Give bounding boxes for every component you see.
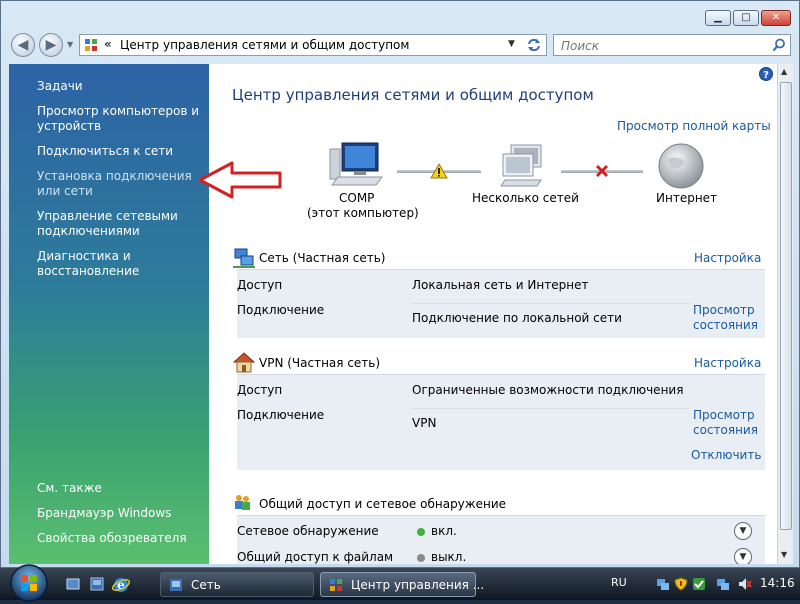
network-center-window-icon: [330, 579, 342, 591]
expand-file-sharing-chevron-icon[interactable]: ▼: [734, 548, 752, 564]
vpn-connection-label: Подключение: [237, 408, 325, 422]
link-internet-options[interactable]: Свойства обозревателя: [37, 531, 205, 546]
breadcrumb-chevron[interactable]: «: [104, 37, 112, 51]
network-customize-link[interactable]: Настройка: [694, 251, 761, 265]
access-value: Локальная сеть и Интернет: [412, 278, 589, 292]
file-sharing-status-dot: [417, 554, 425, 562]
sharing-section-title: Общий доступ и сетевое обнаружение: [259, 497, 507, 511]
view-status-link-line2[interactable]: состояния: [693, 318, 758, 332]
taskbar-button-network-label: Сеть: [191, 578, 221, 592]
computer-icon[interactable]: [324, 139, 384, 187]
clock[interactable]: 14:16: [760, 576, 795, 590]
scroll-down-arrow-icon[interactable]: ▼: [781, 550, 787, 559]
file-sharing-label: Общий доступ к файлам: [237, 550, 394, 564]
network-details-panel: Доступ Локальная сеть и Интернет Подключ…: [237, 269, 765, 338]
vpn-view-status-link-line2[interactable]: состояния: [693, 423, 758, 437]
forward-button[interactable]: ▶: [39, 33, 63, 57]
recent-pages-chevron-icon[interactable]: ▼: [67, 40, 73, 49]
vpn-row-divider: [412, 408, 690, 409]
address-dropdown-icon[interactable]: ▼: [508, 39, 515, 49]
vpn-details-panel: Доступ Ограниченные возможности подключе…: [237, 374, 765, 470]
address-bar[interactable]: « Центр управления сетями и общим доступ…: [79, 34, 547, 56]
map-internet-label: Интернет: [656, 191, 718, 205]
control-panel-icon: [85, 39, 97, 51]
update-tray-icon[interactable]: [692, 577, 706, 591]
vertical-scrollbar[interactable]: ▲ ▼: [777, 64, 793, 564]
vpn-connection-value: VPN: [412, 416, 437, 430]
vpn-customize-link[interactable]: Настройка: [694, 356, 761, 370]
page-title: Центр управления сетями и общим доступом: [232, 86, 594, 104]
internet-globe-icon[interactable]: [657, 142, 705, 190]
network-status-tray-icon[interactable]: [716, 577, 730, 591]
sharing-panel: Сетевое обнаружение вкл. ▼ Общий доступ …: [237, 515, 765, 564]
address-path[interactable]: Центр управления сетями и общим доступом: [120, 38, 409, 52]
refresh-icon[interactable]: [526, 37, 542, 53]
security-shield-icon[interactable]: [674, 577, 688, 591]
internet-explorer-icon[interactable]: e: [112, 576, 130, 594]
vpn-access-value: Ограниченные возможности подключения: [412, 383, 684, 397]
view-status-link[interactable]: Просмотр: [693, 303, 755, 317]
navigation-bar: ◀ ▶ ▼ « Центр управления сетями и общим …: [1, 31, 800, 61]
volume-muted-icon[interactable]: [738, 577, 752, 591]
taskbar: e Сеть Центр управления ... RU 14:16: [0, 564, 800, 602]
network-discovery-value: вкл.: [431, 524, 457, 538]
expand-network-discovery-chevron-icon[interactable]: ▼: [734, 522, 752, 540]
annotation-arrow-icon: [198, 161, 282, 199]
scroll-up-arrow-icon[interactable]: ▲: [781, 67, 787, 76]
row-divider: [412, 303, 690, 304]
network-discovery-label: Сетевое обнаружение: [237, 524, 379, 538]
vpn-access-label: Доступ: [237, 383, 283, 397]
vpn-view-status-link[interactable]: Просмотр: [693, 408, 755, 422]
network-name: Сеть (Частная сеть): [259, 251, 386, 265]
task-diagnose-repair[interactable]: Диагностика и восстановление: [37, 249, 205, 279]
back-button[interactable]: ◀: [11, 33, 35, 57]
connection-value: Подключение по локальной сети: [412, 311, 622, 325]
maximize-button[interactable]: □: [733, 10, 759, 26]
help-icon[interactable]: ?: [759, 67, 773, 81]
link-windows-firewall[interactable]: Брандмауэр Windows: [37, 506, 205, 521]
access-label: Доступ: [237, 278, 283, 292]
tasks-header: Задачи: [37, 79, 83, 93]
map-multiple-networks-label: Несколько сетей: [472, 191, 579, 205]
vpn-network-name: VPN (Частная сеть): [259, 356, 381, 370]
disconnected-x-icon[interactable]: [594, 163, 610, 179]
network-icon: [233, 248, 255, 268]
close-button[interactable]: ✕: [761, 10, 791, 26]
home-network-icon: [233, 352, 255, 373]
task-manage-connections[interactable]: Управление сетевыми подключениями: [37, 209, 205, 239]
task-pane: Задачи Просмотр компьютеров и устройств …: [9, 64, 209, 564]
title-bar: ▁ □ ✕: [1, 1, 800, 31]
file-sharing-value: выкл.: [431, 550, 467, 564]
sharing-icon: [235, 495, 250, 510]
search-icon[interactable]: [772, 38, 786, 52]
connection-label: Подключение: [237, 303, 325, 317]
multiple-networks-icon[interactable]: [497, 142, 553, 190]
explorer-window: ▁ □ ✕ ◀ ▶ ▼ « Центр управления сетями и …: [0, 0, 800, 568]
taskbar-button-network-center[interactable]: Центр управления ...: [320, 572, 484, 597]
minimize-button[interactable]: ▁: [705, 10, 731, 26]
task-view-computers[interactable]: Просмотр компьютеров и устройств: [37, 104, 205, 134]
show-desktop-icon[interactable]: [66, 577, 80, 591]
start-button-icon[interactable]: [8, 562, 50, 604]
scrollbar-thumb[interactable]: [780, 82, 792, 530]
search-input[interactable]: [559, 36, 763, 56]
warning-icon[interactable]: [430, 163, 448, 179]
see-also-header: См. также: [37, 481, 102, 495]
search-box[interactable]: [553, 34, 791, 56]
network-window-icon: [170, 579, 182, 591]
network-tray-icon[interactable]: [656, 577, 670, 591]
task-connect-to-network[interactable]: Подключиться к сети: [37, 144, 205, 159]
language-indicator[interactable]: RU: [611, 576, 627, 589]
map-computer-sublabel: (этот компьютер): [307, 206, 419, 220]
network-discovery-status-dot: [417, 528, 425, 536]
taskbar-button-network[interactable]: Сеть: [160, 572, 314, 597]
view-full-map-link[interactable]: Просмотр полной карты: [617, 119, 771, 133]
switch-windows-icon[interactable]: [90, 577, 104, 591]
vpn-disconnect-link[interactable]: Отключить: [691, 448, 761, 462]
svg-text:?: ?: [763, 70, 769, 81]
taskbar-button-network-center-label: Центр управления ...: [351, 578, 485, 592]
task-setup-connection[interactable]: Установка подключения или сети: [37, 169, 205, 199]
map-computer-label: COMP: [339, 191, 375, 205]
main-content: ? Центр управления сетями и общим доступ…: [209, 64, 777, 564]
